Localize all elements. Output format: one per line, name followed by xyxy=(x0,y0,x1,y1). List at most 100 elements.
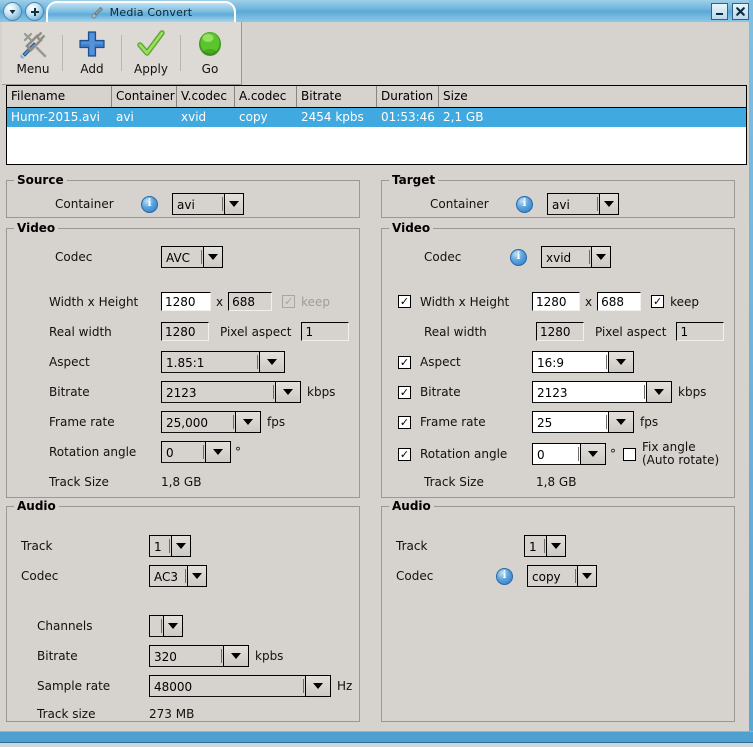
source-video-aspect-dropdown-button[interactable] xyxy=(259,351,285,373)
target-video-rotation-dropdown-button[interactable] xyxy=(580,443,606,465)
target-video-height-input[interactable]: 688 xyxy=(597,292,642,311)
source-video-height-input[interactable]: 688 xyxy=(228,292,273,311)
target-container-select[interactable]: avi xyxy=(547,193,619,215)
target-video-rotation-checkbox[interactable]: ✓ xyxy=(398,447,411,461)
chevron-down-icon[interactable] xyxy=(171,535,191,557)
target-video-fixangle-checkbox[interactable] xyxy=(623,447,636,461)
source-video-bitrate-dropdown-button[interactable] xyxy=(275,381,301,403)
target-video-aspect-dropdown-button[interactable] xyxy=(608,351,634,373)
target-video-bitrate-row: ✓ Bitrate 2123 kbps xyxy=(398,381,706,403)
target-video-keep-checkbox[interactable]: ✓ xyxy=(651,295,665,308)
toolbar-label-add: Add xyxy=(80,62,104,76)
toolbar-label-menu: Menu xyxy=(16,62,50,76)
info-icon[interactable]: i xyxy=(516,195,533,213)
minimize-button[interactable] xyxy=(711,3,728,20)
target-video-bitrate-dropdown-button[interactable] xyxy=(646,381,672,403)
chevron-down-icon[interactable] xyxy=(205,441,231,463)
column-header-vcodec[interactable]: V.codec xyxy=(177,86,235,107)
source-container-row: Container i avi xyxy=(55,193,244,215)
column-header-size[interactable]: Size xyxy=(439,86,746,107)
source-audio-track-select[interactable]: 1 xyxy=(149,535,191,557)
chevron-down-icon[interactable] xyxy=(259,351,285,373)
source-audio-channels-select[interactable] xyxy=(149,615,183,637)
target-audio-track-select[interactable]: 1 xyxy=(524,535,566,557)
chevron-down-icon[interactable] xyxy=(546,535,566,557)
chevron-down-icon[interactable] xyxy=(599,193,619,215)
info-icon[interactable]: i xyxy=(510,248,527,266)
chevron-down-icon[interactable] xyxy=(235,411,261,433)
source-video-aspect-row: Aspect 1.85:1 xyxy=(49,351,285,373)
target-video-framerate-select[interactable]: 25 xyxy=(532,411,608,433)
source-audio-bitrate-unit: kpbs xyxy=(255,649,284,663)
target-video-rotation-select[interactable]: 0 xyxy=(532,443,580,465)
chevron-down-icon[interactable] xyxy=(646,381,672,403)
target-video-wh-checkbox[interactable]: ✓ xyxy=(398,295,411,308)
cell-container: avi xyxy=(116,110,134,124)
chevron-down-icon[interactable] xyxy=(203,246,223,268)
source-video-width-input[interactable]: 1280 xyxy=(161,292,211,311)
source-video-framerate-label: Frame rate xyxy=(49,415,115,429)
chevron-down-icon[interactable] xyxy=(275,381,301,403)
chevron-down-icon[interactable] xyxy=(580,443,606,465)
target-video-bitrate-label: Bitrate xyxy=(420,385,461,399)
wrench-icon xyxy=(91,6,103,18)
toolbar-button-menu[interactable]: Menu xyxy=(6,24,60,82)
target-video-pixelaspect-input: 1 xyxy=(676,322,725,341)
source-video-rotation-dropdown-button[interactable] xyxy=(205,441,231,463)
target-video-group-label: Video xyxy=(389,221,434,235)
toolbar-button-go[interactable]: Go xyxy=(183,24,237,82)
target-video-framerate-dropdown-button[interactable] xyxy=(608,411,634,433)
source-video-framerate-select[interactable]: 25,000 xyxy=(161,411,235,433)
source-audio-bitrate-dropdown-button[interactable] xyxy=(223,645,249,667)
target-video-framerate-checkbox[interactable]: ✓ xyxy=(398,415,411,429)
source-audio-samplerate-dropdown-button[interactable] xyxy=(305,675,331,697)
toolbar-button-apply[interactable]: Apply xyxy=(124,24,178,82)
chevron-down-icon[interactable] xyxy=(608,411,634,433)
source-audio-samplerate-select[interactable]: 48000 xyxy=(149,675,305,697)
target-audio-codec-select[interactable]: copy xyxy=(527,565,597,587)
source-container-select[interactable]: avi xyxy=(172,193,244,215)
chevron-down-icon[interactable] xyxy=(305,675,331,697)
tools-icon xyxy=(20,31,47,59)
close-button[interactable] xyxy=(732,3,749,20)
chevron-down-icon[interactable] xyxy=(223,645,249,667)
chevron-down-icon[interactable] xyxy=(187,565,207,587)
source-audio-channels-value xyxy=(149,615,163,637)
plus-icon xyxy=(79,31,105,57)
target-video-codec-select[interactable]: xvid xyxy=(541,246,611,268)
column-header-bitrate[interactable]: Bitrate xyxy=(297,86,377,107)
target-group-label: Target xyxy=(389,173,439,187)
chevron-down-icon[interactable] xyxy=(608,351,634,373)
table-row[interactable]: Humr-2015.avi avi xvid copy 2454 kpbs 01… xyxy=(7,108,746,127)
source-audio-codec-select[interactable]: AC3 xyxy=(149,565,207,587)
target-video-aspect-select[interactable]: 16:9 xyxy=(532,351,608,373)
target-audio-codec-value: copy xyxy=(527,565,577,587)
target-video-bitrate-checkbox[interactable]: ✓ xyxy=(398,385,411,399)
source-audio-bitrate-select[interactable]: 320 xyxy=(149,645,223,667)
info-icon[interactable]: i xyxy=(496,567,513,585)
column-header-container[interactable]: Container xyxy=(112,86,177,107)
toolbar-button-add[interactable]: Add xyxy=(65,24,119,82)
source-video-codec-select[interactable]: AVC xyxy=(161,246,223,268)
source-video-framerate-dropdown-button[interactable] xyxy=(235,411,261,433)
info-icon[interactable]: i xyxy=(141,195,158,213)
taskbar[interactable] xyxy=(0,742,753,747)
chevron-down-icon[interactable] xyxy=(591,246,611,268)
window-border-right xyxy=(749,0,753,733)
chevron-down-icon[interactable] xyxy=(577,565,597,587)
target-video-width-input[interactable]: 1280 xyxy=(532,292,580,311)
column-header-duration[interactable]: Duration xyxy=(377,86,439,107)
chevron-down-icon[interactable] xyxy=(163,615,183,637)
target-video-bitrate-select[interactable]: 2123 xyxy=(532,381,646,403)
target-video-aspect-checkbox[interactable]: ✓ xyxy=(398,355,411,369)
source-video-bitrate-select[interactable]: 2123 xyxy=(161,381,275,403)
file-list[interactable]: Filename Container V.codec A.codec Bitra… xyxy=(6,85,747,165)
new-tab-button[interactable] xyxy=(25,2,44,21)
window-menu-button[interactable] xyxy=(3,2,22,21)
source-video-aspect-select[interactable]: 1.85:1 xyxy=(161,351,259,373)
chevron-down-icon[interactable] xyxy=(224,193,244,215)
column-header-acodec[interactable]: A.codec xyxy=(235,86,297,107)
window-tab-media-convert[interactable]: Media Convert xyxy=(46,1,236,22)
column-header-filename[interactable]: Filename xyxy=(7,86,112,107)
source-video-rotation-select[interactable]: 0 xyxy=(161,441,205,463)
